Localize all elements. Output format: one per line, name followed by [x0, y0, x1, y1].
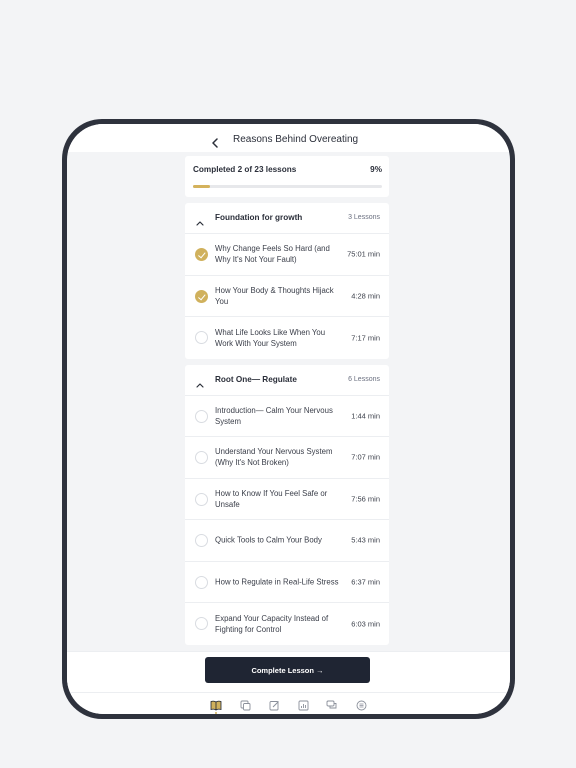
lesson-item[interactable]: How to Regulate in Real-Life Stress 6:37… [185, 562, 389, 603]
lesson-duration: 7:07 min [351, 452, 380, 462]
section-lesson-count: 6 Lessons [348, 375, 380, 383]
lesson-title: Understand Your Nervous System (Why It's… [215, 447, 333, 468]
lesson-duration: 75:01 min [347, 249, 380, 259]
lesson-title: Expand Your Capacity Instead of Fighting… [215, 613, 329, 634]
lesson-duration: 4:28 min [351, 291, 380, 301]
bottom-panel: Complete Lesson → [67, 651, 510, 714]
divider [67, 692, 510, 693]
lesson-item[interactable]: How Your Body & Thoughts Hijack You 4:28… [185, 276, 389, 317]
progress-bar [193, 185, 382, 188]
copy-icon[interactable] [238, 698, 252, 712]
app-screen: Reasons Behind Overeating Completed 2 of… [67, 124, 510, 714]
lesson-item[interactable]: What Life Looks Like When You Work With … [185, 317, 389, 359]
section-header[interactable]: Foundation for growth 3 Lessons [185, 203, 389, 234]
empty-circle-icon[interactable] [195, 409, 208, 423]
menu-circle-icon[interactable] [354, 698, 368, 712]
course-content: Completed 2 of 23 lessons 9% Foundation … [185, 156, 389, 651]
progress-bar-fill [193, 185, 210, 188]
section-title: Root One— Regulate [215, 374, 297, 384]
progress-percent: 9% [370, 165, 382, 174]
check-circle-icon[interactable] [195, 248, 208, 261]
book-open-icon[interactable] [209, 698, 223, 714]
chat-icon[interactable] [325, 698, 339, 712]
lesson-item[interactable]: Understand Your Nervous System (Why It's… [185, 437, 389, 479]
empty-circle-icon[interactable] [195, 492, 208, 506]
section-title: Foundation for growth [215, 213, 303, 222]
chevron-left-icon[interactable] [209, 136, 221, 150]
section-header[interactable]: Root One— Regulate 6 Lessons [185, 365, 389, 396]
tablet-frame: Reasons Behind Overeating Completed 2 of… [62, 119, 515, 719]
section-root-one: Root One— Regulate 6 Lessons Introductio… [185, 364, 389, 645]
lesson-title: Why Change Feels So Hard (and Why It's N… [215, 244, 330, 265]
empty-circle-icon[interactable] [195, 617, 208, 630]
lesson-item[interactable]: Introduction— Calm Your Nervous System 1… [185, 396, 389, 437]
check-circle-icon[interactable] [195, 289, 208, 303]
lesson-item[interactable]: How to Know If You Feel Safe or Unsafe 7… [185, 479, 389, 520]
lesson-duration: 1:44 min [351, 411, 380, 421]
lesson-item[interactable]: Why Change Feels So Hard (and Why It's N… [185, 234, 389, 276]
lesson-duration: 7:17 min [351, 333, 380, 343]
edit-icon[interactable] [267, 698, 281, 712]
lesson-duration: 5:43 min [351, 535, 380, 545]
lesson-title: Quick Tools to Calm Your Body [215, 535, 322, 545]
lesson-duration: 6:03 min [351, 619, 380, 629]
lesson-title: Introduction— Calm Your Nervous System [215, 405, 333, 426]
section-foundation: Foundation for growth 3 Lessons Why Chan… [185, 203, 389, 359]
active-tab-indicator [215, 712, 217, 714]
empty-circle-icon[interactable] [195, 575, 208, 589]
chevron-up-icon [195, 214, 205, 226]
progress-card: Completed 2 of 23 lessons 9% [185, 156, 389, 197]
progress-label: Completed 2 of 23 lessons [193, 165, 297, 174]
empty-circle-icon[interactable] [195, 451, 208, 464]
lesson-item[interactable]: Quick Tools to Calm Your Body 5:43 min [185, 520, 389, 562]
page-title: Reasons Behind Overeating [233, 134, 359, 145]
empty-circle-icon[interactable] [195, 534, 208, 547]
section-lesson-count: 3 Lessons [348, 214, 380, 221]
complete-lesson-button[interactable]: Complete Lesson → [205, 657, 370, 683]
tab-bar [209, 698, 371, 714]
chart-icon[interactable] [296, 698, 310, 712]
top-bar: Reasons Behind Overeating [67, 124, 510, 152]
lesson-item[interactable]: Expand Your Capacity Instead of Fighting… [185, 603, 389, 645]
empty-circle-icon[interactable] [195, 331, 208, 344]
lesson-title: How to Know If You Feel Safe or Unsafe [215, 488, 328, 509]
lesson-title: How to Regulate in Real-Life Stress [215, 577, 339, 587]
chevron-up-icon [195, 376, 205, 388]
lesson-title: How Your Body & Thoughts Hijack You [215, 285, 334, 306]
lesson-duration: 6:37 min [351, 577, 380, 587]
lesson-title: What Life Looks Like When You Work With … [215, 327, 326, 348]
lesson-duration: 7:56 min [351, 494, 380, 504]
